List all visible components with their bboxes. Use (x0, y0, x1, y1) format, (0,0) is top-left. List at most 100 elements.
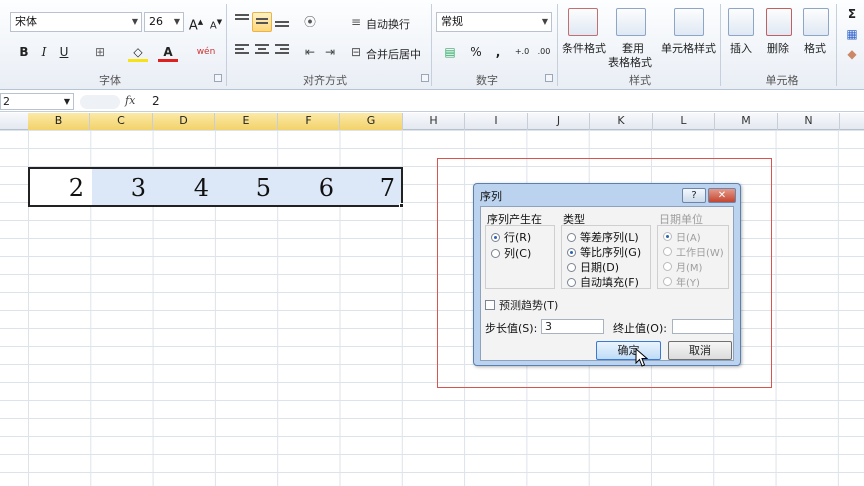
column-header-k[interactable]: K (590, 113, 653, 130)
currency-button[interactable]: ▤ (440, 42, 460, 62)
phonetic-button[interactable]: wén (196, 42, 216, 62)
comma-button[interactable]: , (488, 42, 508, 62)
alignment-dialog-launcher-icon[interactable] (421, 74, 429, 82)
format-as-table-label-2[interactable]: 表格格式 (608, 54, 652, 70)
date-unit-year-radio[interactable]: 年(Y) (663, 274, 700, 289)
align-middle-button[interactable] (252, 12, 272, 32)
column-header-f[interactable]: F (278, 113, 340, 130)
decrease-indent-button[interactable]: ⇤ (300, 42, 320, 62)
step-value-input[interactable]: 3 (541, 319, 604, 334)
wrap-text-label[interactable]: 自动换行 (366, 16, 410, 32)
cell-f[interactable]: 6 (280, 172, 342, 204)
radio-off-icon (567, 262, 576, 272)
grow-font-button[interactable]: A▲ (186, 12, 206, 34)
column-header-c[interactable]: C (90, 113, 153, 130)
column-header-l[interactable]: L (653, 113, 715, 130)
column-header-m[interactable]: M (715, 113, 778, 130)
radio-on-icon (663, 232, 672, 241)
type-autofill-label: 自动填充(F) (580, 276, 639, 289)
number-dialog-launcher-icon[interactable] (545, 74, 553, 82)
cells-group-label: 单元格 (765, 74, 799, 87)
series-in-column-label: 列(C) (504, 247, 532, 260)
italic-button[interactable]: I (34, 42, 54, 62)
align-right-button[interactable] (272, 42, 292, 62)
series-in-row-radio[interactable]: 行(R) (491, 229, 531, 245)
align-left-button[interactable] (232, 42, 252, 62)
formula-input[interactable]: 2 (152, 94, 160, 108)
date-unit-month-radio[interactable]: 月(M) (663, 259, 702, 274)
increase-decimal-button[interactable]: +.0 (512, 42, 532, 62)
fill-handle[interactable] (399, 203, 404, 208)
cell-g[interactable]: 7 (341, 172, 403, 204)
date-unit-day-radio[interactable]: 日(A) (663, 229, 701, 244)
conditional-format-label[interactable]: 条件格式 (562, 40, 606, 56)
type-linear-label: 等差序列(L) (580, 231, 639, 244)
cell-styles-icon[interactable] (674, 8, 704, 36)
name-box[interactable]: 2 ▼ (0, 93, 74, 110)
insert-function-icon[interactable]: fx (125, 94, 135, 107)
number-group-label: 数字 (476, 74, 498, 87)
radio-off-icon (567, 232, 576, 242)
series-in-column-radio[interactable]: 列(C) (491, 245, 531, 261)
delete-cells-icon[interactable] (766, 8, 792, 36)
autosum-button[interactable]: Σ (842, 4, 862, 24)
increase-indent-button[interactable]: ⇥ (320, 42, 340, 62)
column-header-b[interactable]: B (28, 113, 90, 130)
column-header-d[interactable]: D (153, 113, 215, 130)
cell-b[interactable]: 2 (30, 172, 92, 204)
fill-color-button[interactable]: ◇ (128, 42, 148, 62)
font-color-button[interactable]: A (158, 42, 178, 62)
insert-cells-icon[interactable] (728, 8, 754, 36)
column-header-e[interactable]: E (215, 113, 278, 130)
type-date-radio[interactable]: 日期(D) (567, 259, 619, 275)
cell-e[interactable]: 5 (217, 172, 279, 204)
font-name-combo[interactable]: 宋体 ▼ (10, 12, 142, 32)
trend-checkbox[interactable]: 预测趋势(T) (485, 297, 558, 313)
cell-d[interactable]: 4 (155, 172, 217, 204)
clear-button-icon[interactable]: ◆ (842, 44, 862, 64)
column-header-h[interactable]: H (403, 113, 465, 130)
merge-center-icon[interactable]: ⊟ (346, 42, 366, 62)
align-top-button[interactable] (232, 12, 252, 32)
border-button[interactable]: ⊞ (90, 42, 110, 62)
fill-button-icon[interactable]: ▦ (842, 24, 862, 44)
underline-button[interactable]: U (54, 42, 74, 62)
cell-styles-label[interactable]: 单元格样式 (661, 40, 716, 56)
type-linear-radio[interactable]: 等差序列(L) (567, 229, 639, 245)
wrap-text-icon[interactable]: ≡ (346, 12, 366, 32)
date-unit-weekday-radio[interactable]: 工作日(W) (663, 244, 724, 259)
delete-cells-label[interactable]: 删除 (767, 40, 789, 56)
font-size-combo[interactable]: 26 ▼ (144, 12, 184, 32)
decrease-decimal-button[interactable]: .00 (534, 42, 554, 62)
column-header-i[interactable]: I (465, 113, 528, 130)
stop-value-input[interactable] (672, 319, 734, 334)
shrink-font-label: A (209, 20, 217, 32)
grow-font-label: A (188, 18, 198, 34)
format-cells-icon[interactable] (803, 8, 829, 36)
type-growth-radio[interactable]: 等比序列(G) (567, 244, 641, 260)
insert-cells-label[interactable]: 插入 (730, 40, 752, 56)
number-format-combo[interactable]: 常规 ▼ (436, 12, 552, 32)
cell-c[interactable]: 3 (92, 172, 154, 204)
selected-range[interactable]: 2 3 4 5 6 7 (28, 167, 403, 207)
font-name-value: 宋体 (15, 15, 37, 28)
close-button[interactable]: ✕ (708, 188, 736, 203)
column-header-g[interactable]: G (340, 113, 403, 130)
cancel-button[interactable]: 取消 (668, 341, 732, 360)
format-cells-label[interactable]: 格式 (804, 40, 826, 56)
format-as-table-icon[interactable] (616, 8, 646, 36)
conditional-format-icon[interactable] (568, 8, 598, 36)
ok-button[interactable]: 确定 (596, 341, 661, 360)
bold-button[interactable]: B (14, 42, 34, 62)
help-button[interactable]: ? (682, 188, 706, 203)
type-autofill-radio[interactable]: 自动填充(F) (567, 274, 639, 290)
shrink-font-button[interactable]: A▼ (206, 12, 226, 32)
align-center-button[interactable] (252, 42, 272, 62)
align-bottom-button[interactable] (272, 12, 292, 32)
orientation-button[interactable]: ⦿ (300, 12, 320, 32)
column-header-j[interactable]: J (528, 113, 590, 130)
merge-center-label[interactable]: 合并后居中 (366, 46, 421, 62)
percent-button[interactable]: % (466, 42, 486, 62)
font-dialog-launcher-icon[interactable] (214, 74, 222, 82)
column-header-n[interactable]: N (778, 113, 840, 130)
